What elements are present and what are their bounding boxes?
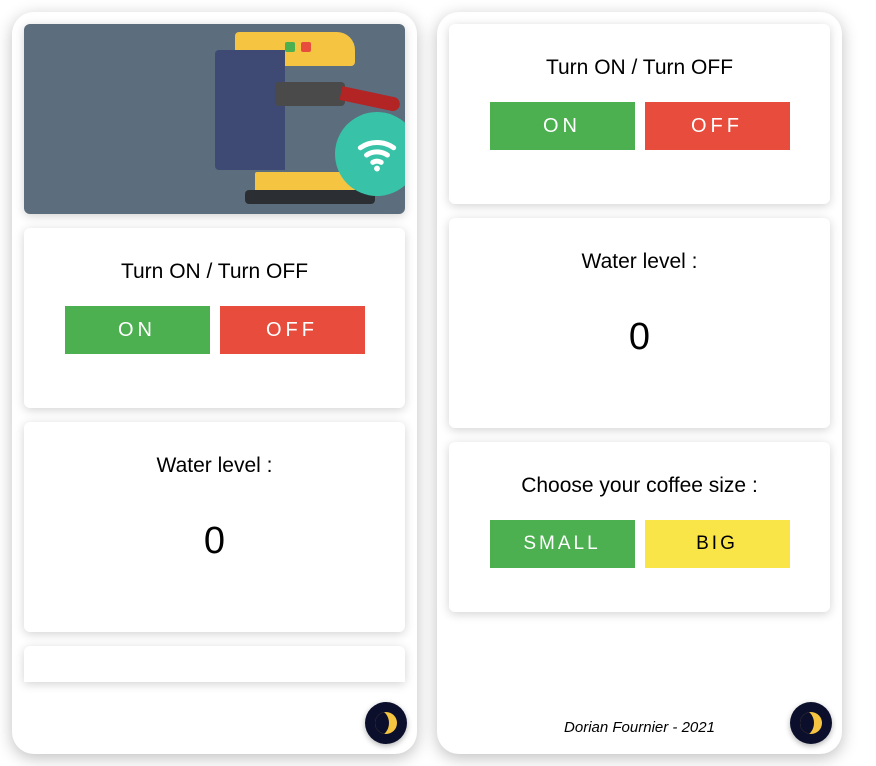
phone-frame-right: Turn ON / Turn OFF ON OFF Water level : … bbox=[437, 12, 842, 754]
power-title: Turn ON / Turn OFF bbox=[121, 260, 308, 284]
power-button-row: ON OFF bbox=[490, 102, 790, 150]
water-card: Water level : 0 bbox=[24, 422, 405, 632]
moon-icon bbox=[800, 712, 822, 734]
moon-icon bbox=[375, 712, 397, 734]
hero-card bbox=[24, 24, 405, 214]
water-title: Water level : bbox=[582, 250, 698, 274]
off-button[interactable]: OFF bbox=[220, 306, 365, 354]
next-card-peek bbox=[24, 646, 405, 682]
on-button[interactable]: ON bbox=[65, 306, 210, 354]
power-button-row: ON OFF bbox=[65, 306, 365, 354]
water-title: Water level : bbox=[157, 454, 273, 478]
water-card: Water level : 0 bbox=[449, 218, 830, 428]
power-card: Turn ON / Turn OFF ON OFF bbox=[24, 228, 405, 408]
theme-toggle-button[interactable] bbox=[790, 702, 832, 744]
power-card: Turn ON / Turn OFF ON OFF bbox=[449, 24, 830, 204]
size-card: Choose your coffee size : SMALL BIG bbox=[449, 442, 830, 612]
power-title: Turn ON / Turn OFF bbox=[546, 56, 733, 80]
water-value: 0 bbox=[204, 520, 225, 563]
theme-toggle-button[interactable] bbox=[365, 702, 407, 744]
on-button[interactable]: ON bbox=[490, 102, 635, 150]
off-button[interactable]: OFF bbox=[645, 102, 790, 150]
big-button[interactable]: BIG bbox=[645, 520, 790, 568]
phone-frame-left: Turn ON / Turn OFF ON OFF Water level : … bbox=[12, 12, 417, 754]
footer-credit: Dorian Fournier - 2021 bbox=[449, 719, 830, 742]
size-button-row: SMALL BIG bbox=[490, 520, 790, 568]
water-value: 0 bbox=[629, 316, 650, 359]
small-button[interactable]: SMALL bbox=[490, 520, 635, 568]
size-title: Choose your coffee size : bbox=[521, 474, 758, 498]
